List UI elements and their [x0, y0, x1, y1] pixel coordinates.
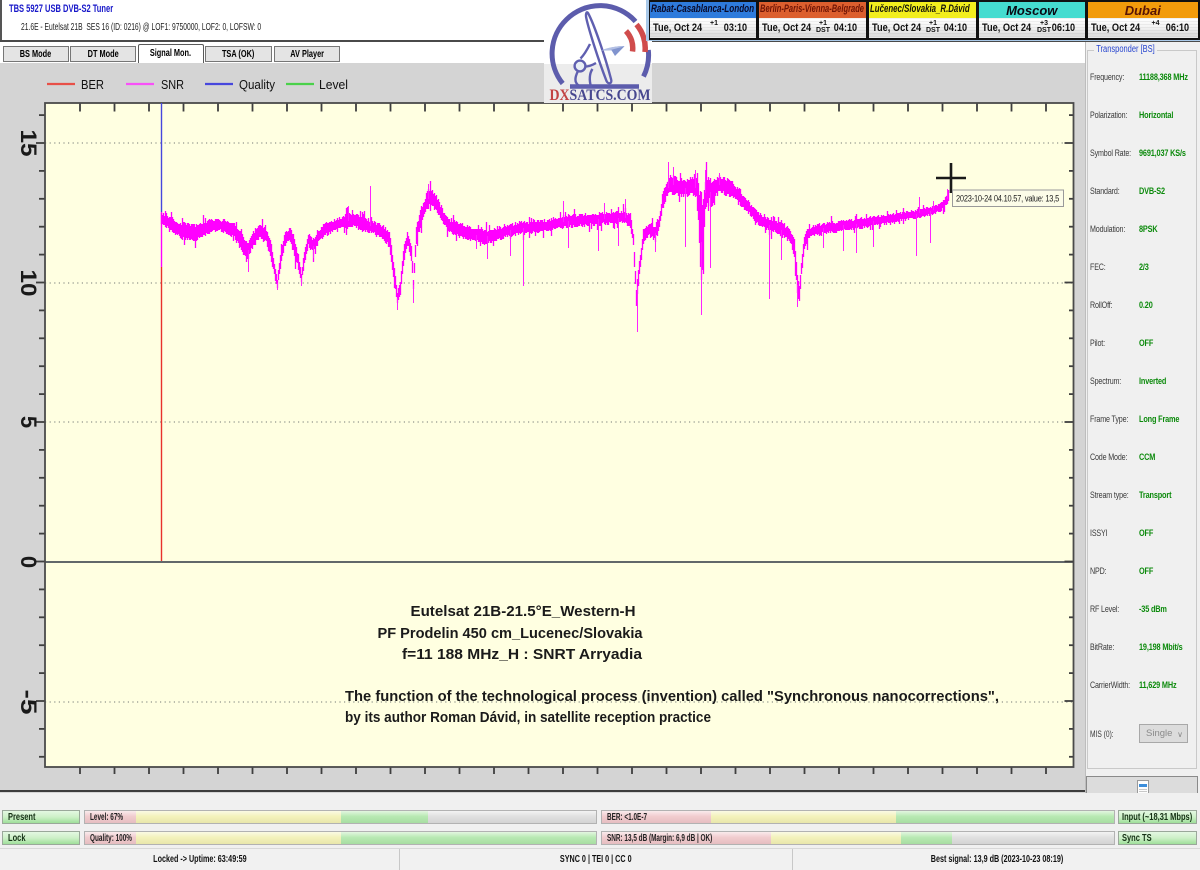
svg-text:Eutelsat 21B-21.5°E_Western-H: Eutelsat 21B-21.5°E_Western-H	[411, 603, 636, 620]
svg-text:PF Prodelin 450 cm_Lucenec/Slo: PF Prodelin 450 cm_Lucenec/Slovakia	[378, 625, 644, 642]
svg-text:10: 10	[16, 270, 41, 297]
svg-text:Quality: Quality	[239, 78, 276, 92]
svg-text:SNR: SNR	[161, 78, 184, 92]
svg-text:f=11 188 MHz_H : SNRT Arryadia: f=11 188 MHz_H : SNRT Arryadia	[402, 646, 643, 663]
svg-text:-5: -5	[16, 690, 41, 715]
svg-text:by its author Roman Dávid, in: by its author Roman Dávid, in satellite …	[345, 709, 711, 726]
svg-text:BER: BER	[81, 78, 104, 92]
svg-text:The function of the technologi: The function of the technological proces…	[345, 688, 999, 705]
svg-text:15: 15	[16, 130, 41, 157]
svg-text:0: 0	[16, 556, 41, 568]
svg-text:2023-10-24 04.10.57, value: 13: 2023-10-24 04.10.57, value: 13,5	[956, 194, 1059, 204]
svg-text:Level: Level	[319, 78, 348, 92]
svg-text:5: 5	[16, 416, 41, 428]
svg-text:DXSATCS.COM: DXSATCS.COM	[550, 87, 651, 103]
